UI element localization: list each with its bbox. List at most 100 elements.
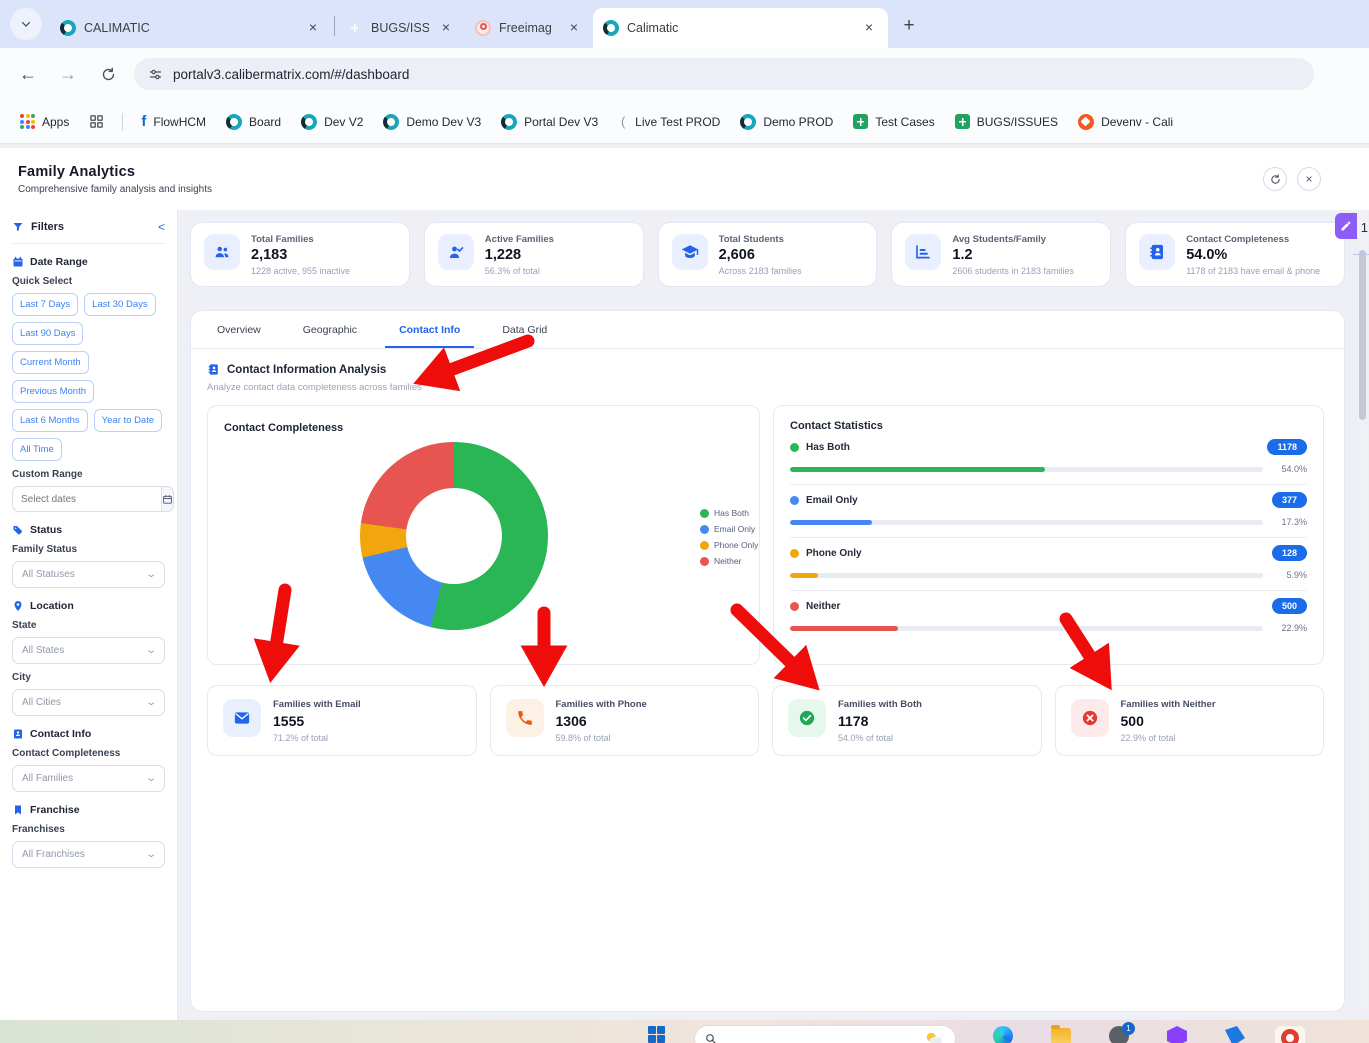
progress-track	[790, 572, 1263, 578]
back-button[interactable]: ←	[14, 60, 42, 88]
tab-overview[interactable]: Overview	[203, 311, 275, 348]
city-select[interactable]: All Cities ⌄	[12, 689, 165, 716]
tab-search-button[interactable]	[10, 8, 42, 40]
quick-select-last-6-months[interactable]: Last 6 Months	[12, 409, 88, 432]
refresh-icon	[1270, 173, 1280, 184]
tab-close-icon[interactable]: ×	[304, 19, 322, 37]
franchises-select[interactable]: All Franchises ⌄	[12, 841, 165, 868]
bookmark-apps[interactable]: Apps	[12, 109, 77, 134]
tag-icon	[13, 526, 23, 535]
quick-select-previous-month[interactable]: Previous Month	[12, 380, 95, 403]
start-button[interactable]	[648, 1026, 665, 1043]
bookmark-demo-prod[interactable]: Demo PROD	[732, 109, 841, 135]
contact-completeness-select[interactable]: All Families ⌄	[12, 765, 165, 792]
bookmark-flowhcm[interactable]: f FlowHCM	[133, 108, 214, 135]
card-label: Families with Email	[273, 699, 361, 710]
page-scrollbar[interactable]	[1358, 210, 1367, 1013]
edge-icon[interactable]	[993, 1026, 1013, 1043]
site-settings-icon[interactable]	[148, 67, 163, 82]
browser-tab-freeimage[interactable]: Freeimag ×	[465, 8, 593, 48]
tab-close-icon[interactable]: ×	[437, 19, 455, 37]
kpi-row: Total Families 2,183 1228 active, 955 inac…	[190, 222, 1345, 287]
location-label: Location	[30, 600, 74, 612]
state-select[interactable]: All States ⌄	[12, 637, 165, 664]
new-tab-button[interactable]: +	[896, 13, 922, 39]
collapse-sidebar-button[interactable]: <	[158, 220, 165, 234]
count-badge: 500	[1271, 598, 1307, 614]
contact-card-icon	[14, 729, 22, 739]
app-icon[interactable]	[1225, 1026, 1245, 1043]
contact-completeness-label: Contact Completeness	[12, 748, 121, 759]
tab-title: Freeimag	[499, 21, 552, 35]
quick-select-year-to-date[interactable]: Year to Date	[93, 409, 163, 432]
date-range-input[interactable]	[12, 486, 161, 512]
reload-icon	[102, 67, 114, 80]
phone-icon	[517, 711, 532, 725]
browser-tab-bugs[interactable]: BUGS/ISS ×	[337, 8, 465, 48]
kpi-sub: 1228 active, 955 inactive	[251, 266, 351, 276]
progress-fill	[790, 572, 818, 578]
address-bar[interactable]: portalv3.calibermatrix.com/#/dashboard	[134, 58, 1314, 90]
progress-fill	[790, 519, 872, 525]
contact-statistics-panel: Contact Statistics Has Both 1178 54.0% Em…	[773, 405, 1324, 665]
bookmark-demo-dev-v3[interactable]: Demo Dev V3	[375, 109, 489, 135]
tab-data-grid[interactable]: Data Grid	[488, 311, 561, 348]
quick-select-last-30-days[interactable]: Last 30 Days	[84, 293, 156, 316]
bookmark-live-test-prod[interactable]: (Live Test PROD	[610, 109, 728, 135]
bookmark-bugs-issues[interactable]: BUGS/ISSUES	[947, 109, 1066, 134]
bookmark-portal-dev-v3[interactable]: Portal Dev V3	[493, 109, 606, 135]
taskbar-search[interactable]	[695, 1026, 955, 1043]
url-text: portalv3.calibermatrix.com/#/dashboard	[173, 66, 410, 82]
annotation-edit-button[interactable]	[1335, 213, 1357, 239]
quick-select-last-90-days[interactable]: Last 90 Days	[12, 322, 84, 345]
calimatic-favicon	[60, 20, 76, 36]
calimatic-favicon	[383, 113, 400, 130]
quick-select-label: Quick Select	[12, 276, 73, 287]
contact-completeness-donut-chart[interactable]	[360, 442, 548, 630]
open-calendar-button[interactable]	[161, 486, 174, 512]
calimatic-favicon	[603, 20, 619, 36]
quick-select-last-7-days[interactable]: Last 7 Days	[12, 293, 79, 316]
family-status-value: All Statuses	[22, 569, 75, 580]
status-dot	[790, 548, 799, 558]
bookmark-dev-v2[interactable]: Dev V2	[293, 109, 371, 135]
tab-close-icon[interactable]: ×	[860, 19, 878, 37]
browser-tab-calimatic-1[interactable]: CALIMATIC ×	[50, 8, 332, 48]
forward-button[interactable]: →	[54, 60, 82, 88]
card-label: Families with Phone	[555, 699, 647, 710]
bookmark-tab-groups[interactable]	[81, 109, 112, 134]
card-sub: 22.9% of total	[1120, 733, 1176, 743]
quick-select-current-month[interactable]: Current Month	[12, 351, 89, 374]
tab-close-icon[interactable]: ×	[565, 19, 583, 37]
kpi-sub: Across 2183 families	[718, 266, 802, 276]
teams-icon[interactable]: 1	[1109, 1022, 1135, 1043]
bookmark-board[interactable]: Board	[218, 109, 289, 135]
active-app-tile[interactable]	[1275, 1026, 1305, 1043]
card-sub: 59.8% of total	[555, 733, 611, 743]
kpi-value: 1,228	[484, 247, 522, 263]
contact-completeness-chart-panel: Contact Completeness Has Both Email Only…	[207, 405, 760, 665]
summary-cards-row: Families with Email 1555 71.2% of total Fa…	[191, 665, 1344, 756]
refresh-button[interactable]	[1263, 167, 1287, 191]
franchise-section: Franchise	[12, 804, 165, 816]
quick-select-all-time[interactable]: All Time	[12, 438, 62, 461]
tab-geographic[interactable]: Geographic	[289, 311, 371, 348]
browser-tab-calimatic-active[interactable]: Calimatic ×	[593, 8, 888, 48]
scrollbar-thumb[interactable]	[1359, 250, 1366, 420]
page-header: Family Analytics Comprehensive family an…	[0, 148, 1369, 210]
stat-row-email-only: Email Only 377 17.3%	[790, 485, 1307, 538]
donut-hole	[406, 488, 502, 584]
bookmark-devenv[interactable]: Devenv - Cali	[1070, 109, 1181, 135]
family-status-select[interactable]: All Statuses ⌄	[12, 561, 165, 588]
close-analytics-button[interactable]: ×	[1297, 167, 1321, 191]
reload-button[interactable]	[94, 60, 122, 88]
kpi-active-families: Active Families 1,228 56.3% of total	[423, 222, 644, 287]
tab-contact-info[interactable]: Contact Info	[385, 311, 475, 348]
file-explorer-icon[interactable]	[1051, 1025, 1071, 1043]
broken-favicon: (	[621, 113, 626, 129]
count-badge: 1178	[1267, 439, 1307, 455]
bookmark-test-cases[interactable]: Test Cases	[845, 109, 942, 134]
bookmark-label: BUGS/ISSUES	[976, 114, 1059, 129]
count-badge: 377	[1271, 492, 1307, 508]
visual-studio-icon[interactable]	[1167, 1026, 1187, 1043]
